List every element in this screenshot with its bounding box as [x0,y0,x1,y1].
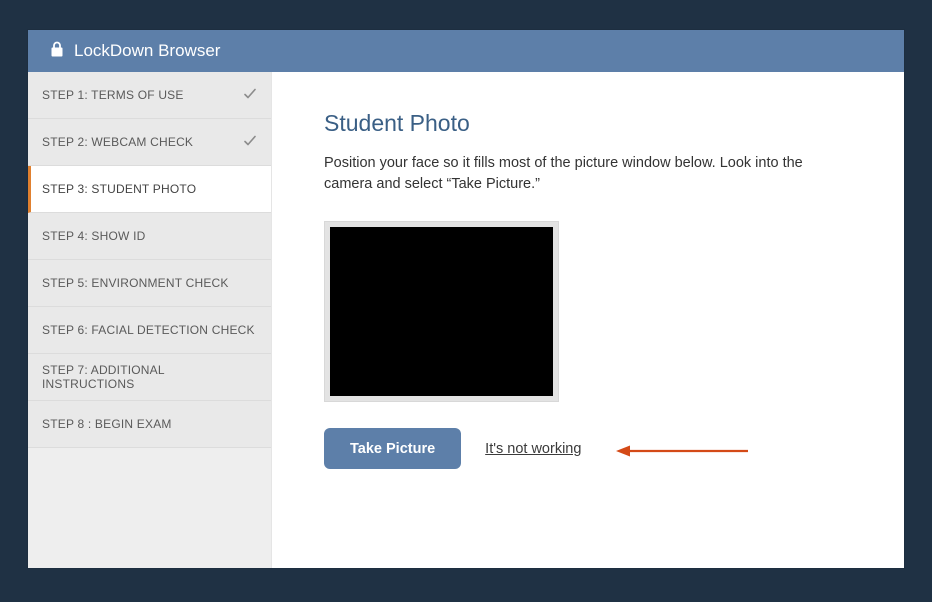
main-content: Student Photo Position your face so it f… [272,72,904,568]
sidebar-item-label: STEP 3: STUDENT PHOTO [42,182,257,196]
app-window: LockDown Browser STEP 1: TERMS OF USE ST… [28,30,904,568]
sidebar-item-label: STEP 2: WEBCAM CHECK [42,135,243,149]
sidebar-item-label: STEP 8 : BEGIN EXAM [42,417,257,431]
sidebar-item-label: STEP 5: ENVIRONMENT CHECK [42,276,257,290]
sidebar-item-step7[interactable]: STEP 7: ADDITIONAL INSTRUCTIONS [28,354,271,401]
app-body: STEP 1: TERMS OF USE STEP 2: WEBCAM CHEC… [28,72,904,568]
check-icon [243,134,257,151]
titlebar: LockDown Browser [28,30,904,72]
sidebar-item-step6[interactable]: STEP 6: FACIAL DETECTION CHECK [28,307,271,354]
instructions-text: Position your face so it fills most of t… [324,153,824,195]
sidebar-item-step2[interactable]: STEP 2: WEBCAM CHECK [28,119,271,166]
camera-view [330,227,553,396]
sidebar-item-step8[interactable]: STEP 8 : BEGIN EXAM [28,401,271,448]
take-picture-button[interactable]: Take Picture [324,428,461,469]
sidebar-item-label: STEP 6: FACIAL DETECTION CHECK [42,323,257,337]
sidebar-item-step3[interactable]: STEP 3: STUDENT PHOTO [28,166,271,213]
sidebar-item-step1[interactable]: STEP 1: TERMS OF USE [28,72,271,119]
action-row: Take Picture It's not working [324,428,852,469]
sidebar-item-step5[interactable]: STEP 5: ENVIRONMENT CHECK [28,260,271,307]
sidebar-item-step4[interactable]: STEP 4: SHOW ID [28,213,271,260]
app-title: LockDown Browser [74,41,220,61]
sidebar-item-label: STEP 4: SHOW ID [42,229,257,243]
arrow-annotation-icon [616,444,751,463]
lock-icon [50,41,64,62]
sidebar-item-label: STEP 1: TERMS OF USE [42,88,243,102]
page-title: Student Photo [324,110,852,137]
check-icon [243,87,257,104]
sidebar-item-label: STEP 7: ADDITIONAL INSTRUCTIONS [42,363,257,391]
sidebar: STEP 1: TERMS OF USE STEP 2: WEBCAM CHEC… [28,72,272,568]
camera-frame [324,221,559,402]
not-working-link[interactable]: It's not working [485,441,581,457]
